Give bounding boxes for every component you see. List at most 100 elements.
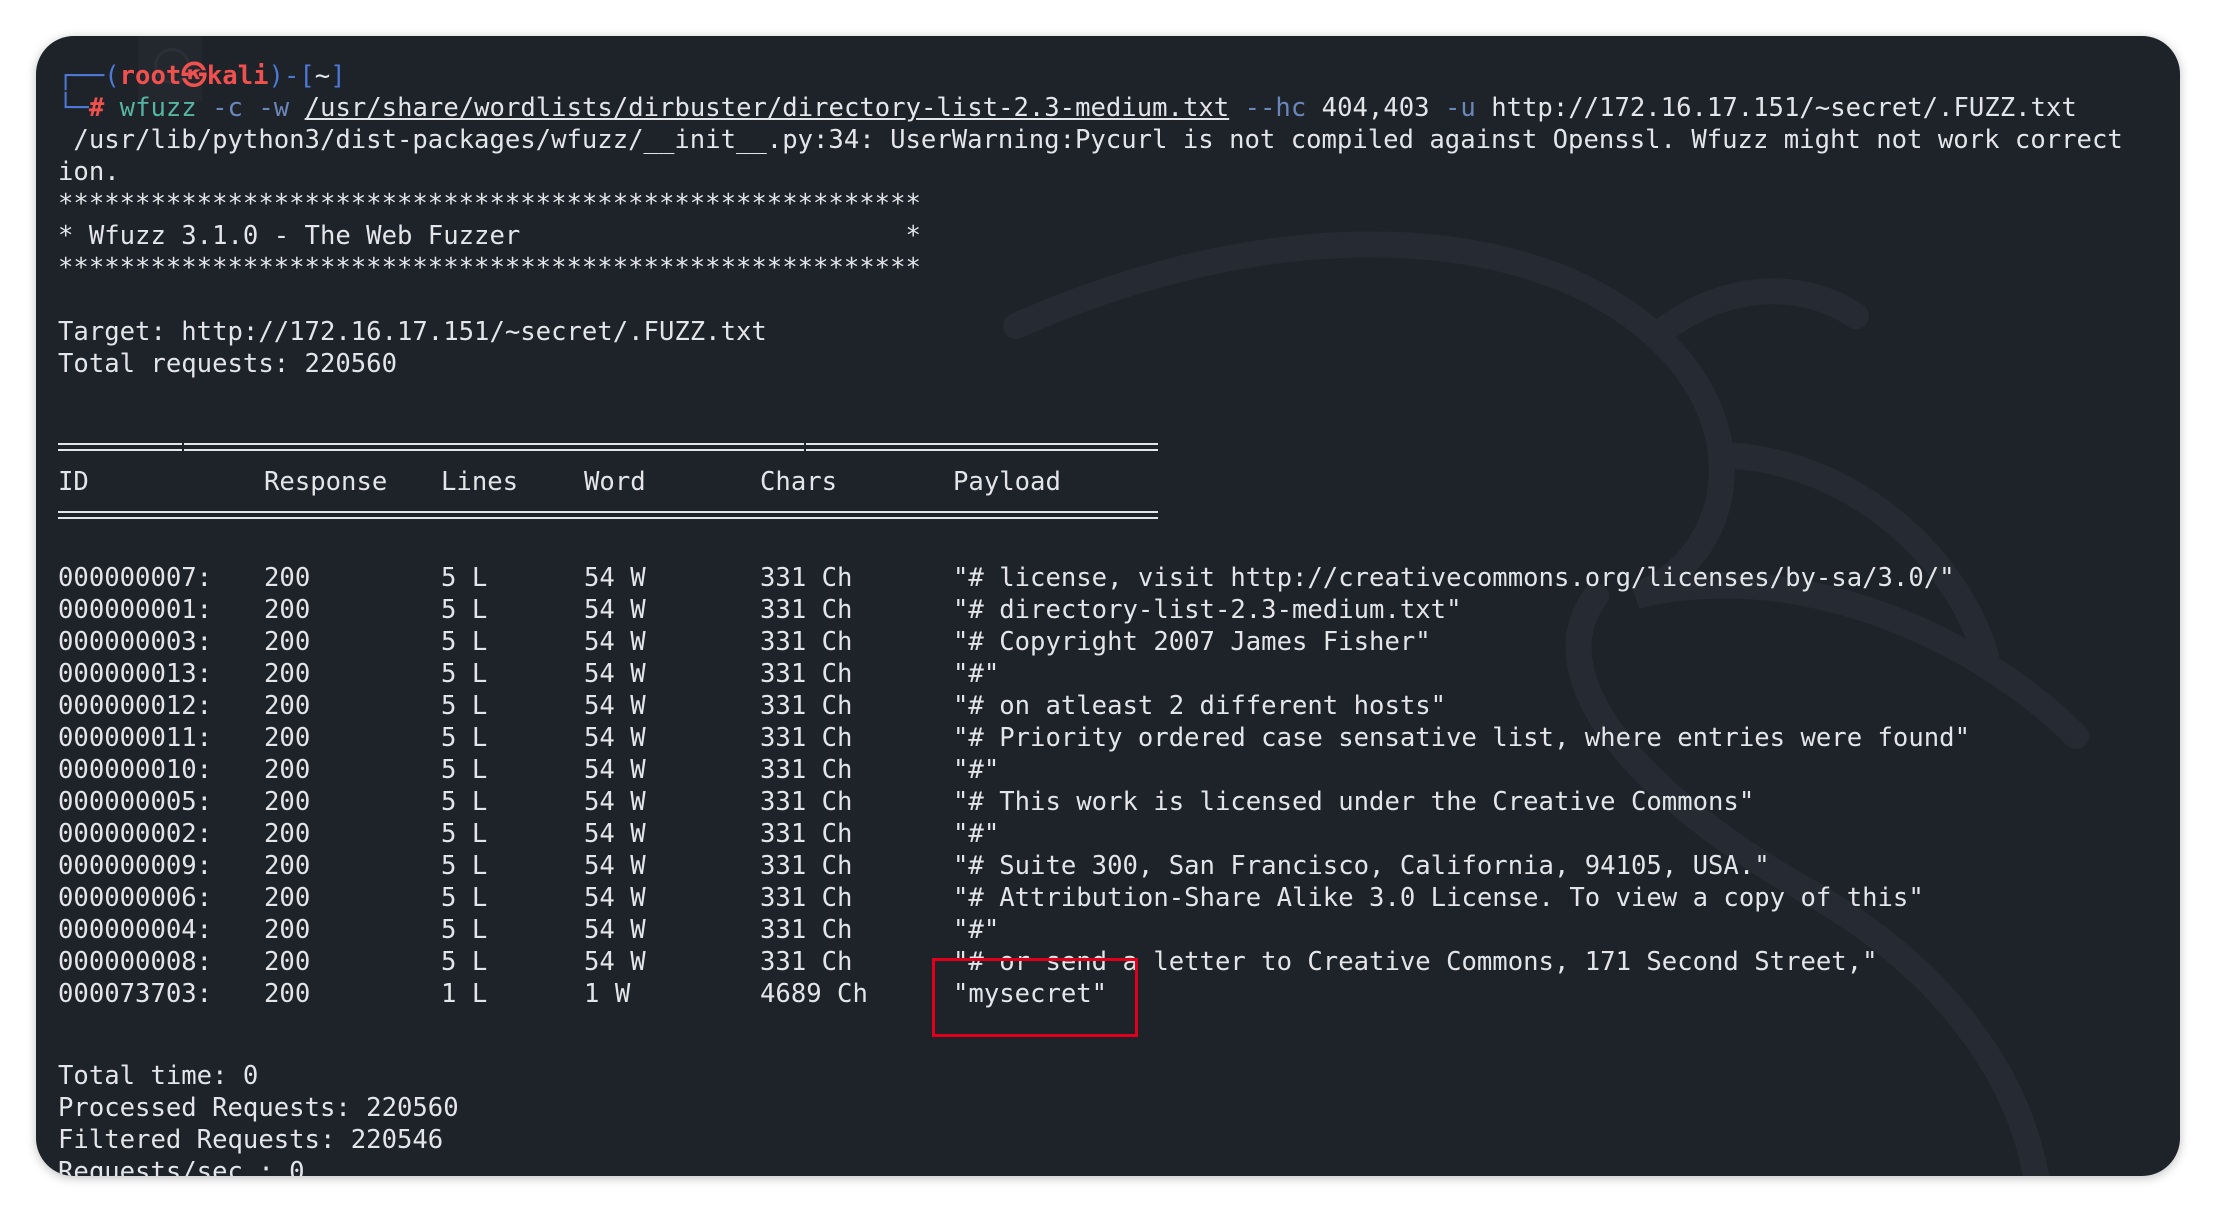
banner-title: * Wfuzz 3.1.0 - The Web Fuzzer *	[58, 221, 921, 251]
cell-lines: 5 L	[441, 659, 488, 689]
target-line: Target: http://172.16.17.151/~secret/.FU…	[58, 317, 767, 347]
prompt-host: kali	[206, 61, 269, 91]
cell-chars: 331 Ch	[760, 691, 853, 721]
cell-lines: 5 L	[441, 595, 488, 625]
cell-lines: 5 L	[441, 723, 488, 753]
cell-response: 200	[264, 627, 311, 657]
cell-id: 000000012:	[58, 691, 213, 721]
cell-response: 200	[264, 563, 311, 593]
cell-chars: 331 Ch	[760, 723, 853, 753]
command-opt-u: -u	[1444, 93, 1476, 123]
summary-rate: Requests/sec.: 0	[58, 1157, 305, 1176]
cell-payload: "# on atleast 2 different hosts"	[953, 691, 1447, 721]
cell-response: 200	[264, 851, 311, 881]
cell-chars: 331 Ch	[760, 915, 853, 945]
cell-lines: 5 L	[441, 819, 488, 849]
cell-response: 200	[264, 595, 311, 625]
cell-word: 54 W	[584, 723, 646, 753]
cell-word: 54 W	[584, 947, 646, 977]
warning-line-2: ion.	[58, 157, 120, 187]
cell-id: 000000003:	[58, 627, 213, 657]
header-top-rule	[58, 443, 1158, 451]
cell-response: 200	[264, 691, 311, 721]
command-opt-hc: --hc	[1244, 93, 1307, 123]
cell-id: 000000010:	[58, 755, 213, 785]
prompt-open: ┌──(	[58, 61, 120, 91]
cell-payload: "#"	[953, 659, 1000, 689]
highlight-box	[932, 958, 1138, 1037]
cell-payload: "# Attribution-Share Alike 3.0 License. …	[953, 883, 1924, 913]
cell-response: 200	[264, 883, 311, 913]
prompt-user: root	[119, 61, 182, 91]
header-payload: Payload	[953, 467, 1061, 497]
cell-lines: 1 L	[441, 979, 488, 1009]
prompt-end: ]	[330, 61, 346, 91]
cell-response: 200	[264, 819, 311, 849]
prompt-corner: └─	[58, 93, 89, 123]
command-url: http://172.16.17.151/~secret/.FUZZ.txt	[1491, 93, 2077, 123]
cell-word: 54 W	[584, 883, 646, 913]
command-line[interactable]: └─# wfuzz -c -w /usr/share/wordlists/dir…	[58, 92, 2077, 124]
cell-id: 000000005:	[58, 787, 213, 817]
header-word: Word	[584, 467, 646, 497]
cell-word: 1 W	[584, 979, 631, 1009]
cell-lines: 5 L	[441, 883, 488, 913]
cell-payload: "# license, visit http://creativecommons…	[953, 563, 1955, 593]
command-hc-value: 404,403	[1321, 93, 1430, 123]
cell-id: 000000009:	[58, 851, 213, 881]
cell-id: 000000001:	[58, 595, 213, 625]
cell-word: 54 W	[584, 659, 646, 689]
cell-response: 200	[264, 947, 311, 977]
cell-response: 200	[264, 915, 311, 945]
cell-chars: 4689 Ch	[760, 979, 868, 1009]
cell-id: 000000004:	[58, 915, 213, 945]
cell-chars: 331 Ch	[760, 819, 853, 849]
prompt-at-symbol: ㉿	[181, 61, 207, 91]
cell-chars: 331 Ch	[760, 627, 853, 657]
banner-bottom: ****************************************…	[58, 253, 921, 283]
cell-chars: 331 Ch	[760, 595, 853, 625]
prompt-line: ┌──(root㉿kali)-[~]	[58, 60, 346, 92]
cell-word: 54 W	[584, 819, 646, 849]
cell-chars: 331 Ch	[760, 563, 853, 593]
cell-word: 54 W	[584, 627, 646, 657]
command-opt-w: -w	[258, 93, 290, 123]
total-requests-line: Total requests: 220560	[58, 349, 397, 379]
cell-response: 200	[264, 979, 311, 1009]
cell-lines: 5 L	[441, 755, 488, 785]
cell-id: 000000008:	[58, 947, 213, 977]
cell-chars: 331 Ch	[760, 851, 853, 881]
cell-lines: 5 L	[441, 691, 488, 721]
cell-lines: 5 L	[441, 915, 488, 945]
header-bottom-rule	[58, 511, 1158, 519]
prompt-dir: ~	[314, 61, 331, 91]
cell-lines: 5 L	[441, 947, 488, 977]
cell-payload: "# Copyright 2007 James Fisher"	[953, 627, 1431, 657]
cell-chars: 331 Ch	[760, 787, 853, 817]
cell-chars: 331 Ch	[760, 947, 853, 977]
cell-payload: "# Priority ordered case sensative list,…	[953, 723, 1970, 753]
warning-line-1: /usr/lib/python3/dist-packages/wfuzz/__i…	[58, 125, 2123, 155]
cell-word: 54 W	[584, 915, 646, 945]
command-program: wfuzz	[119, 93, 197, 123]
cell-response: 200	[264, 787, 311, 817]
cell-response: 200	[264, 723, 311, 753]
cell-payload: "# This work is licensed under the Creat…	[953, 787, 1755, 817]
header-chars: Chars	[760, 467, 838, 497]
command-opt-c: -c	[212, 93, 243, 123]
terminal-window[interactable]: ┌──(root㉿kali)-[~] └─# wfuzz -c -w /usr/…	[36, 36, 2180, 1176]
cell-lines: 5 L	[441, 787, 488, 817]
command-wordlist-path[interactable]: /usr/share/wordlists/dirbuster/directory…	[305, 93, 1230, 123]
rule-gap	[182, 440, 184, 452]
cell-chars: 331 Ch	[760, 659, 853, 689]
summary-total-time: Total time: 0	[58, 1061, 259, 1091]
header-id: ID	[58, 467, 89, 497]
cell-word: 54 W	[584, 563, 646, 593]
cell-payload: "# Suite 300, San Francisco, California,…	[953, 851, 1770, 881]
cell-id: 000000013:	[58, 659, 213, 689]
cell-response: 200	[264, 659, 311, 689]
cell-payload: "# directory-list-2.3-medium.txt"	[953, 595, 1462, 625]
banner-top: ****************************************…	[58, 189, 921, 219]
prompt-hash: #	[88, 93, 105, 123]
cell-id: 000000007:	[58, 563, 213, 593]
